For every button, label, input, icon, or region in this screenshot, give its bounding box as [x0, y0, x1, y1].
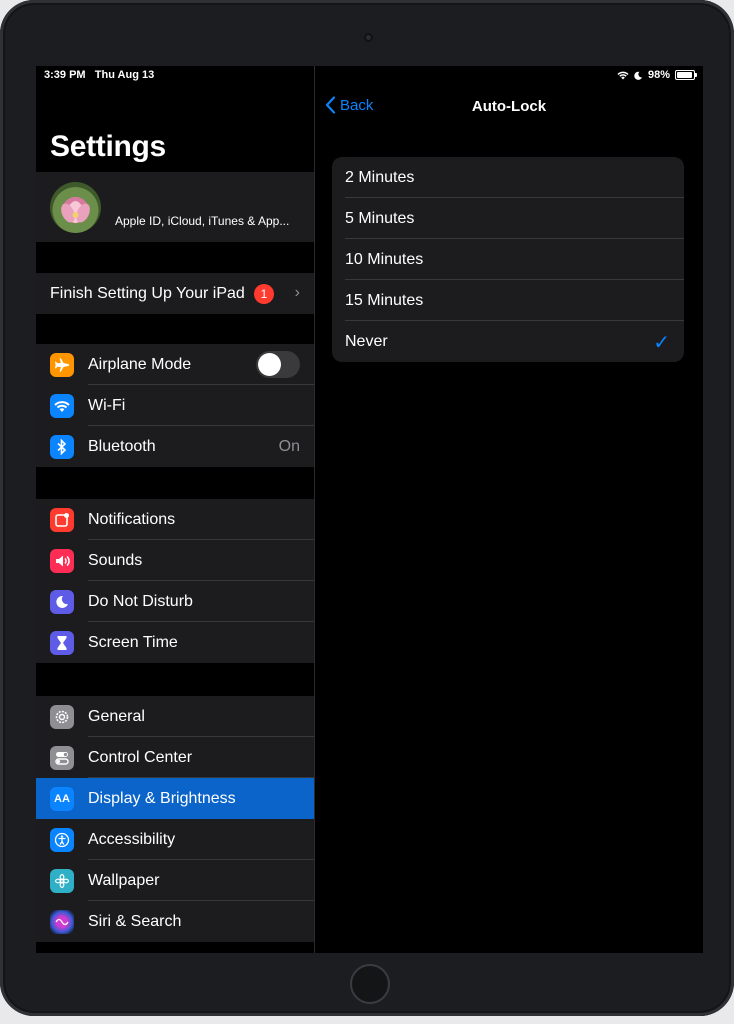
wallpaper-icon: [50, 869, 74, 893]
sidebar-item-label: Wi-Fi: [88, 397, 126, 414]
status-bar: 3:39 PM Thu Aug 13 98%: [36, 66, 703, 84]
wifi-status-icon: [617, 71, 629, 79]
sidebar-item-label: Notifications: [88, 511, 176, 528]
sidebar-item-label: Display & Brightness: [88, 790, 236, 807]
lotus-avatar-image: [61, 201, 90, 223]
sidebar-item-label: Control Center: [88, 749, 193, 766]
option-label: 10 Minutes: [345, 251, 424, 268]
sidebar-item-label: Sounds: [88, 552, 143, 569]
sidebar-item-label: Wallpaper: [88, 872, 160, 889]
apple-id-row[interactable]: Apple ID, iCloud, iTunes & App...: [36, 172, 314, 242]
sidebar-item-notifications[interactable]: Notifications: [36, 499, 314, 540]
option-10-minutes[interactable]: 10 Minutes: [332, 239, 684, 280]
notification-badge: 1: [254, 284, 274, 304]
option-5-minutes[interactable]: 5 Minutes: [332, 198, 684, 239]
system-group: General Control Center AA Display & Brig…: [36, 696, 314, 942]
sidebar-item-label: Siri & Search: [88, 913, 182, 930]
sidebar-item-display-brightness[interactable]: AA Display & Brightness: [36, 778, 314, 819]
wifi-icon: [50, 394, 74, 418]
front-camera: [364, 33, 373, 42]
sidebar-item-label: Accessibility: [88, 831, 176, 848]
sidebar-item-sounds[interactable]: Sounds: [36, 540, 314, 581]
sidebar-item-label: Do Not Disturb: [88, 593, 193, 610]
sidebar-item-airplane-mode[interactable]: Airplane Mode: [36, 344, 314, 385]
option-label: 5 Minutes: [345, 210, 415, 227]
moon-icon: [50, 590, 74, 614]
screen: 3:39 PM Thu Aug 13 98% Settings Apple ID…: [36, 66, 703, 953]
sidebar-item-wallpaper[interactable]: Wallpaper: [36, 860, 314, 901]
sidebar-item-control-center[interactable]: Control Center: [36, 737, 314, 778]
battery-percentage: 98%: [647, 69, 670, 81]
siri-icon: [50, 910, 74, 934]
notifications-group: Notifications Sounds Do Not Disturb Scre…: [36, 499, 314, 663]
sidebar-item-general[interactable]: General: [36, 696, 314, 737]
settings-sidebar: Settings Apple ID, iCloud, iTunes & App.…: [36, 66, 315, 953]
auto-lock-options: 2 Minutes 5 Minutes 10 Minutes 15 Minute…: [332, 157, 684, 362]
bluetooth-icon: [50, 435, 74, 459]
sidebar-item-do-not-disturb[interactable]: Do Not Disturb: [36, 581, 314, 622]
sounds-icon: [50, 549, 74, 573]
hourglass-icon: [50, 631, 74, 655]
moon-status-icon: [634, 71, 643, 80]
sidebar-item-label: General: [88, 708, 145, 725]
airplane-icon: [50, 353, 74, 377]
option-2-minutes[interactable]: 2 Minutes: [332, 157, 684, 198]
notifications-icon: [50, 508, 74, 532]
home-button[interactable]: [350, 964, 390, 1004]
chevron-right-icon: ›: [294, 284, 300, 301]
display-icon: AA: [50, 787, 74, 811]
battery-icon: [675, 70, 697, 80]
option-label: 2 Minutes: [345, 169, 415, 186]
sidebar-item-label: Bluetooth: [88, 438, 156, 455]
detail-title: Auto-Lock: [471, 98, 547, 115]
gear-icon: [50, 705, 74, 729]
option-never[interactable]: Never ✓: [332, 321, 684, 362]
finish-setup-row[interactable]: Finish Setting Up Your iPad 1 ›: [36, 273, 314, 314]
apple-id-subtitle: Apple ID, iCloud, iTunes & App...: [115, 214, 290, 228]
sidebar-item-wifi[interactable]: Wi-Fi: [36, 385, 314, 426]
sidebar-item-siri-search[interactable]: Siri & Search: [36, 901, 314, 942]
option-15-minutes[interactable]: 15 Minutes: [332, 280, 684, 321]
finish-setup-label: Finish Setting Up Your iPad: [50, 285, 245, 302]
sidebar-item-bluetooth[interactable]: Bluetooth On: [36, 426, 314, 467]
accessibility-icon: [50, 828, 74, 852]
sidebar-item-screen-time[interactable]: Screen Time: [36, 622, 314, 663]
control-center-icon: [50, 746, 74, 770]
status-right: 98%: [617, 69, 697, 81]
airplane-mode-toggle[interactable]: [256, 351, 300, 378]
sidebar-item-label: Airplane Mode: [88, 356, 192, 373]
auto-lock-detail-pane: Back Auto-Lock 2 Minutes 5 Minutes 10 Mi…: [315, 66, 703, 953]
sidebar-item-label: Screen Time: [88, 634, 178, 651]
page-title: Settings: [50, 130, 166, 163]
option-label: 15 Minutes: [345, 292, 424, 309]
checkmark-icon: ✓: [653, 332, 670, 354]
status-time: 3:39 PM Thu Aug 13: [44, 69, 155, 81]
option-label: Never: [345, 333, 388, 350]
sidebar-item-accessibility[interactable]: Accessibility: [36, 819, 314, 860]
bluetooth-status: On: [278, 438, 300, 455]
connectivity-group: Airplane Mode Wi-Fi Bluetooth On: [36, 344, 314, 467]
